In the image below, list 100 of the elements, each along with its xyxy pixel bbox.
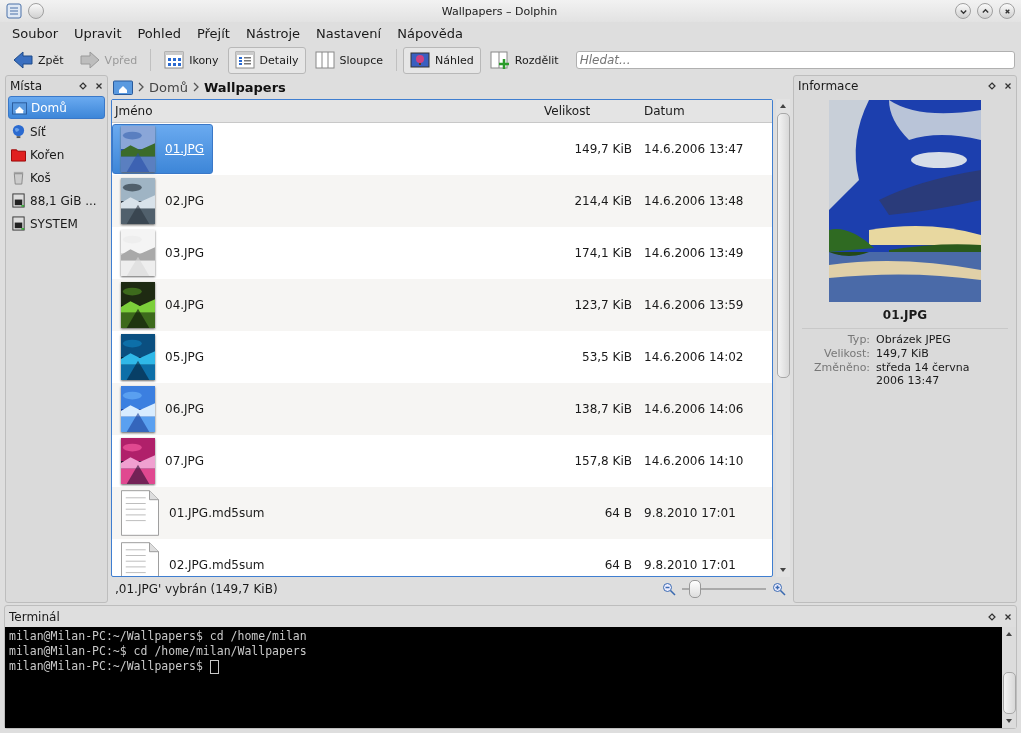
zoom-in-icon[interactable] bbox=[772, 582, 786, 596]
minimize-button[interactable] bbox=[955, 3, 971, 19]
menu-item[interactable]: Nástroje bbox=[237, 26, 309, 41]
file-item[interactable]: 02.JPG bbox=[112, 175, 214, 226]
folder-icon bbox=[11, 147, 26, 162]
app-menu-icon[interactable] bbox=[6, 3, 22, 19]
file-item[interactable]: 07.JPG bbox=[112, 435, 214, 486]
file-item[interactable]: 01.JPG.md5sum bbox=[112, 487, 274, 538]
place-label: Síť bbox=[30, 124, 46, 139]
property-value: 149,7 KiB bbox=[876, 347, 930, 360]
place-item[interactable]: SYSTEM bbox=[8, 213, 105, 234]
column-header[interactable]: Jméno bbox=[112, 104, 544, 118]
drive-icon bbox=[11, 193, 26, 208]
close-button[interactable] bbox=[999, 3, 1015, 19]
terminal-view[interactable]: milan@Milan-PC:~/Wallpapers$ cd /home/milan milan@Milan-PC:~$ cd /home/milan/Wallpapers milan@Milan-PC:~/Wallpapers$ bbox=[5, 627, 1016, 728]
table-cell-text: 14.6.2006 13:59 bbox=[643, 298, 745, 312]
zoom-out-icon[interactable] bbox=[662, 582, 676, 596]
file-item[interactable]: 02.JPG.md5sum bbox=[112, 539, 274, 576]
globe-icon bbox=[11, 124, 26, 139]
float-icon[interactable] bbox=[988, 82, 996, 90]
back-arrow-icon bbox=[13, 50, 33, 70]
forward-arrow-icon bbox=[79, 50, 100, 70]
file-name: 01.JPG bbox=[882, 308, 928, 322]
menu-item[interactable]: Pohled bbox=[129, 26, 189, 41]
close-icon[interactable] bbox=[95, 82, 103, 90]
menu-item[interactable]: Nápověda bbox=[389, 26, 471, 41]
window-title: Wallpapers – Dolphin bbox=[440, 4, 559, 18]
balloon-picture-icon bbox=[410, 50, 431, 70]
menu-item[interactable]: Soubor bbox=[4, 26, 66, 41]
place-item[interactable]: Kořen bbox=[8, 144, 105, 165]
search-field[interactable]: Hledat... bbox=[575, 51, 1015, 69]
table-cell-text: 157,8 KiB bbox=[573, 454, 633, 468]
place-item[interactable]: Síť bbox=[8, 121, 105, 142]
scrollbar[interactable] bbox=[776, 99, 790, 577]
scrollbar[interactable] bbox=[1002, 627, 1016, 728]
place-label: Koš bbox=[30, 170, 51, 185]
table-cell-text: 14.6.2006 13:47 bbox=[643, 142, 745, 156]
property-label: Změněno: bbox=[813, 361, 871, 376]
toolbar-button[interactable]: Ikony bbox=[157, 46, 226, 74]
table-cell-text: 64 B bbox=[603, 558, 633, 572]
close-icon[interactable] bbox=[1004, 82, 1012, 90]
toolbar-button[interactable]: Zpět bbox=[6, 46, 71, 74]
terminal-line: milan@Milan-PC:~$ cd /home/milan/Wallpapers bbox=[9, 644, 307, 659]
place-item[interactable]: Koš bbox=[8, 167, 105, 188]
scroll-up-icon[interactable] bbox=[779, 102, 787, 110]
property-value: středa 14 června 2006 13:47 bbox=[876, 361, 971, 387]
panel-title: Informace bbox=[798, 79, 859, 93]
chevron-icon bbox=[138, 82, 144, 92]
terminal-line: milan@Milan-PC:~/Wallpapers$ cd /home/milan bbox=[9, 629, 307, 644]
column-header[interactable]: Datum bbox=[642, 104, 772, 118]
columns-icon bbox=[314, 50, 335, 70]
split-view-icon bbox=[489, 50, 510, 70]
place-label: SYSTEM bbox=[30, 216, 78, 231]
menu-item[interactable]: Přejít bbox=[188, 26, 238, 41]
float-icon[interactable] bbox=[988, 612, 996, 621]
table-cell-text: 9.8.2010 17:01 bbox=[643, 558, 737, 572]
home-folder-icon[interactable] bbox=[113, 79, 133, 95]
toolbar-button[interactable]: Detaily bbox=[227, 46, 306, 74]
table-cell-text: 9.8.2010 17:01 bbox=[643, 506, 737, 520]
place-item[interactable]: 88,1 GiB ... bbox=[8, 190, 105, 211]
place-label: 88,1 GiB ... bbox=[30, 193, 97, 208]
table-cell-text: 14.6.2006 14:02 bbox=[643, 350, 745, 364]
table-cell-text: 138,7 KiB bbox=[573, 402, 633, 416]
toolbar-button[interactable]: Náhled bbox=[403, 46, 481, 74]
property-value: Obrázek JPEG bbox=[876, 333, 952, 346]
breadcrumb-item[interactable]: Domů bbox=[149, 79, 188, 95]
drive-icon bbox=[11, 216, 26, 231]
close-icon[interactable] bbox=[1004, 612, 1012, 621]
trash-icon bbox=[11, 170, 26, 185]
home-folder-icon bbox=[12, 100, 27, 115]
toolbar-button[interactable]: Sloupce bbox=[307, 46, 391, 74]
float-icon[interactable] bbox=[79, 82, 87, 90]
table-cell-text: 14.6.2006 13:48 bbox=[643, 194, 745, 208]
terminal-line: milan@Milan-PC:~/Wallpapers$ bbox=[9, 659, 204, 674]
cursor-icon bbox=[209, 659, 219, 674]
panel-title: Místa bbox=[10, 79, 42, 93]
maximize-button[interactable] bbox=[977, 3, 993, 19]
place-label: Domů bbox=[31, 100, 67, 115]
table-cell-text: 174,1 KiB bbox=[573, 246, 633, 260]
file-item[interactable]: 03.JPG bbox=[112, 227, 214, 278]
toolbar-button[interactable]: Rozdělit bbox=[482, 46, 566, 74]
file-item[interactable]: 06.JPG bbox=[112, 383, 214, 434]
chevron-up-icon bbox=[980, 6, 990, 16]
table-cell-text: 14.6.2006 14:06 bbox=[643, 402, 745, 416]
table-cell-text: 14.6.2006 13:49 bbox=[643, 246, 745, 260]
file-item[interactable]: 05.JPG bbox=[112, 331, 214, 382]
scroll-down-icon[interactable] bbox=[1005, 717, 1013, 725]
menu-item[interactable]: Upravit bbox=[66, 26, 130, 41]
column-header[interactable]: Velikost bbox=[544, 104, 642, 118]
table-cell-text: 149,7 KiB bbox=[573, 142, 633, 156]
detail-list-icon bbox=[234, 50, 255, 70]
panel-title: Terminál bbox=[9, 609, 60, 624]
breadcrumb-item[interactable]: Wallpapers bbox=[203, 79, 286, 95]
menu-item[interactable]: Nastavení bbox=[308, 26, 390, 41]
property-label: Velikost: bbox=[823, 347, 871, 360]
property-label: Typ: bbox=[846, 333, 871, 346]
scroll-up-icon[interactable] bbox=[1005, 630, 1013, 638]
file-item[interactable]: 04.JPG bbox=[112, 279, 214, 330]
scroll-down-icon[interactable] bbox=[779, 566, 787, 574]
table-cell-text: 123,7 KiB bbox=[573, 298, 633, 312]
